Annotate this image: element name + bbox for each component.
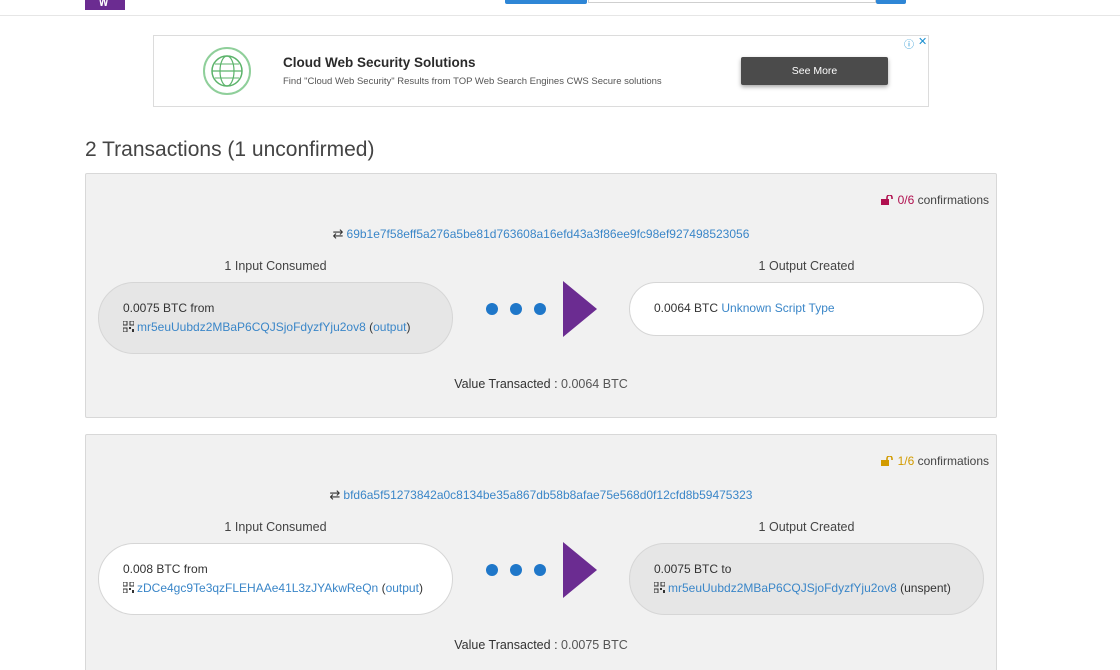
input-amount: 0.008 BTC xyxy=(123,562,181,576)
value-amount: 0.0064 BTC xyxy=(561,377,628,391)
site-logo[interactable]: \/\/ xyxy=(85,0,125,10)
confirmations-fraction: 1/6 xyxy=(897,454,915,468)
ad-description: Find "Cloud Web Security" Results from T… xyxy=(283,76,662,87)
input-item: 0.0075 BTC from mr5euUubdz2MBaP6CQJSjoFd… xyxy=(98,282,453,354)
value-label: Value Transacted : xyxy=(454,377,558,391)
input-address-link[interactable]: zDCe4gc9Te3qzFLEHAAe41L3zJYAkwReQn xyxy=(137,581,378,595)
confirmations-label: confirmations xyxy=(917,193,989,207)
outputs-label: 1 Output Created xyxy=(758,520,855,534)
output-link[interactable]: output xyxy=(386,581,419,595)
inputs-label: 1 Input Consumed xyxy=(224,259,327,273)
transaction-panel: 0/6 confirmations ⇄ 69b1e7f58eff5a276a5be… xyxy=(85,173,997,418)
output-amount: 0.0064 BTC xyxy=(654,301,719,315)
transaction-panel: 1/6 confirmations ⇄ bfd6a5f51273842a0c813… xyxy=(85,434,997,670)
ad-see-more-button[interactable]: See More xyxy=(741,57,888,85)
qr-code-icon[interactable] xyxy=(654,582,665,593)
exchange-arrows-icon: ⇄ xyxy=(332,226,344,241)
spent-status: (unspent) xyxy=(900,581,951,595)
value-amount: 0.0075 BTC xyxy=(561,638,628,652)
value-transacted: Value Transacted : 0.0064 BTC xyxy=(86,377,996,391)
output-link[interactable]: output xyxy=(373,320,406,334)
input-item: 0.008 BTC from zDCe4gc9Te3qzFLEHAAe41L3z… xyxy=(98,543,453,615)
output-address-link[interactable]: mr5euUubdz2MBaP6CQJSjoFdyzfYju2ov8 xyxy=(668,581,897,595)
flow-arrow-icon xyxy=(486,281,597,337)
confirmations-fraction: 0/6 xyxy=(897,193,915,207)
to-label: to xyxy=(721,562,732,576)
value-transacted: Value Transacted : 0.0075 BTC xyxy=(86,638,996,652)
input-amount: 0.0075 BTC xyxy=(123,301,188,315)
search-button[interactable] xyxy=(876,0,906,4)
transactions-heading: 2 Transactions (1 unconfirmed) xyxy=(85,138,375,161)
script-type-link[interactable]: Unknown Script Type xyxy=(721,301,834,315)
nav-button[interactable] xyxy=(505,0,587,4)
unlock-icon xyxy=(881,195,894,205)
unlock-icon xyxy=(881,456,894,466)
outputs-label: 1 Output Created xyxy=(758,259,855,273)
search-input[interactable] xyxy=(588,0,876,3)
tx-hash-row: ⇄ 69b1e7f58eff5a276a5be81d763608a16efd43a… xyxy=(86,226,996,242)
output-item: 0.0064 BTC Unknown Script Type xyxy=(629,282,984,336)
ad-close-icon[interactable]: ✕ xyxy=(918,35,927,48)
tx-hash-row: ⇄ bfd6a5f51273842a0c8134be35a867db58b8afa… xyxy=(86,487,996,503)
input-address-link[interactable]: mr5euUubdz2MBaP6CQJSjoFdyzfYju2ov8 xyxy=(137,320,366,334)
confirmations-label: confirmations xyxy=(917,454,989,468)
confirmations-status: 1/6 confirmations xyxy=(881,454,989,468)
tx-hash-link[interactable]: bfd6a5f51273842a0c8134be35a867db58b8afae… xyxy=(343,488,752,502)
from-label: from xyxy=(183,562,208,576)
output-amount: 0.0075 BTC xyxy=(654,562,719,576)
qr-code-icon[interactable] xyxy=(123,321,134,332)
output-item: 0.0075 BTC to mr5euUubdz2MBaP6CQJSjoFdyz… xyxy=(629,543,984,615)
from-label: from xyxy=(190,301,215,315)
qr-code-icon[interactable] xyxy=(123,582,134,593)
logo-mark: \/\/ xyxy=(99,0,108,9)
exchange-arrows-icon: ⇄ xyxy=(329,487,341,502)
tx-hash-link[interactable]: 69b1e7f58eff5a276a5be81d763608a16efd43a3… xyxy=(347,227,750,241)
ad-info-icon[interactable]: ⓘ xyxy=(904,36,914,51)
top-navbar: \/\/ xyxy=(0,0,1120,16)
inputs-label: 1 Input Consumed xyxy=(224,520,327,534)
ad-banner[interactable]: Cloud Web Security Solutions Find "Cloud… xyxy=(153,35,929,107)
value-label: Value Transacted : xyxy=(454,638,558,652)
flow-arrow-icon xyxy=(486,542,597,598)
ad-title[interactable]: Cloud Web Security Solutions xyxy=(283,55,476,70)
globe-icon xyxy=(203,47,251,95)
confirmations-status: 0/6 confirmations xyxy=(881,193,989,207)
